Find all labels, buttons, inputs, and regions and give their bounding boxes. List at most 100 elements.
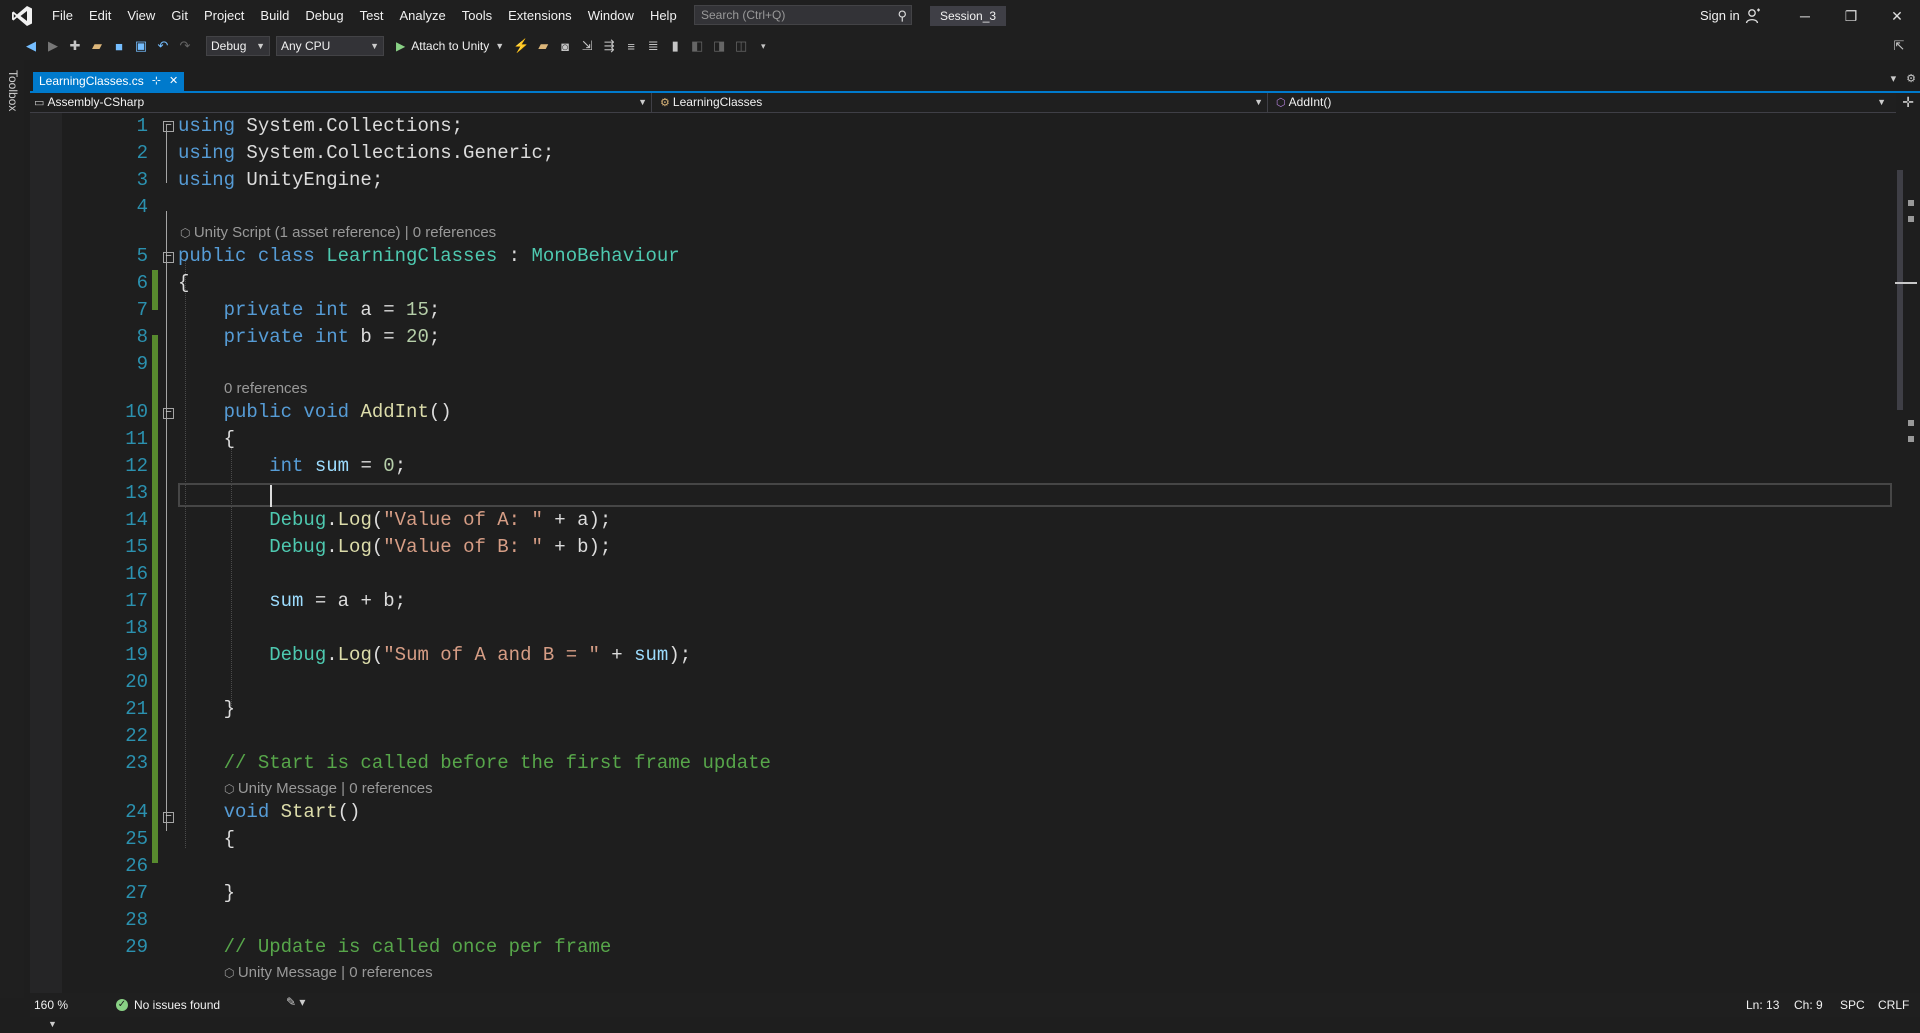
code-line: 15 Debug.Log("Value of B: " + b);	[30, 534, 1894, 561]
menu-project[interactable]: Project	[196, 0, 252, 32]
line-number: 19	[125, 644, 148, 666]
line-number: 26	[125, 855, 148, 877]
settings-gear-icon[interactable]: ⚙	[1906, 72, 1916, 85]
line-number: 2	[136, 142, 148, 164]
menu-edit[interactable]: Edit	[81, 0, 119, 32]
line-ending-indicator[interactable]: CRLF	[1878, 996, 1909, 1014]
clear-bookmarks-icon[interactable]: ◫	[730, 35, 752, 57]
scrollbar-thumb[interactable]	[1897, 170, 1903, 410]
member-dropdown[interactable]: ⬡ AddInt() ▼	[1272, 93, 1890, 112]
code-cleanup-icon[interactable]: ✎ ▾	[286, 995, 305, 1009]
caret-position-marker	[1895, 282, 1917, 284]
step-into-icon[interactable]: ⇲	[576, 35, 598, 57]
line-number: 10	[125, 401, 148, 423]
close-icon[interactable]: ✕	[169, 72, 178, 91]
menu-test[interactable]: Test	[352, 0, 392, 32]
play-icon: ▶	[396, 39, 406, 53]
code-text: void Start()	[223, 801, 361, 823]
toolbar-options-icon[interactable]: ▾	[752, 35, 774, 57]
menu-extensions[interactable]: Extensions	[500, 0, 580, 32]
line-number: 8	[136, 326, 148, 348]
screenshot-icon[interactable]: ◙	[554, 35, 576, 57]
line-number: 12	[125, 455, 148, 477]
code-line: 29 // Update is called once per frame	[30, 934, 1894, 961]
folder-icon[interactable]: ▰	[532, 35, 554, 57]
restore-icon[interactable]: ❐	[1828, 0, 1874, 32]
tab-list-dropdown-icon[interactable]: ▾	[1891, 72, 1897, 85]
solution-name-badge[interactable]: Session_3	[930, 6, 1007, 26]
hot-reload-icon[interactable]: ⚡	[510, 35, 532, 57]
open-file-icon[interactable]: ▰	[86, 35, 108, 57]
pin-icon[interactable]: ⊹	[152, 72, 161, 91]
line-number: 11	[125, 428, 148, 450]
sign-in-link[interactable]: Sign in	[1700, 0, 1740, 32]
visual-studio-logo-icon[interactable]	[0, 0, 44, 32]
codelens-class[interactable]: ⬡ Unity Script (1 asset reference) | 0 r…	[180, 223, 496, 243]
split-editor-icon[interactable]: ✛	[1902, 94, 1914, 111]
line-number: 3	[136, 169, 148, 191]
codelens-addint[interactable]: 0 references	[224, 379, 307, 399]
line-number: 1	[136, 115, 148, 137]
line-number: 16	[125, 563, 148, 585]
code-editor[interactable]: − − − − 1 using System.Collections; 2 us…	[30, 113, 1894, 993]
step-over-icon[interactable]: ⇶	[598, 35, 620, 57]
configuration-value: Debug	[211, 39, 247, 53]
codelens-update[interactable]: ⬡ Unity Message | 0 references	[224, 963, 433, 983]
line-number: 20	[125, 671, 148, 693]
outdent-icon[interactable]: ≣	[642, 35, 664, 57]
person-icon[interactable]	[1745, 8, 1761, 24]
tab-learningclasses[interactable]: LearningClasses.cs ⊹ ✕	[33, 72, 185, 91]
menu-view[interactable]: View	[119, 0, 163, 32]
indent-icon[interactable]: ≡	[620, 35, 642, 57]
next-bookmark-icon[interactable]: ◨	[708, 35, 730, 57]
search-input[interactable]: Search (Ctrl+Q) ⚲	[694, 5, 912, 25]
line-number: 24	[125, 801, 148, 823]
attach-to-unity-button[interactable]: ▶ Attach to Unity ▼	[390, 35, 510, 57]
codelens-text: Unity Message | 0 references	[237, 964, 433, 981]
line-number: 6	[136, 272, 148, 294]
menu-tools[interactable]: Tools	[454, 0, 500, 32]
navigate-forward-icon[interactable]: ▶	[42, 35, 64, 57]
close-window-icon[interactable]: ✕	[1874, 0, 1920, 32]
line-indicator[interactable]: Ln: 13	[1746, 996, 1779, 1014]
code-line: 3 using UnityEngine;	[30, 167, 1894, 194]
change-marker	[1908, 420, 1914, 426]
line-number: 13	[125, 482, 148, 504]
issues-indicator[interactable]: ✓ No issues found	[116, 996, 220, 1014]
column-indicator[interactable]: Ch: 9	[1794, 996, 1823, 1014]
navigate-back-icon[interactable]: ◀	[20, 35, 42, 57]
menu-git[interactable]: Git	[163, 0, 196, 32]
indent-indicator[interactable]: SPC	[1840, 996, 1865, 1014]
new-project-icon[interactable]: ✚	[64, 35, 86, 57]
menu-window[interactable]: Window	[580, 0, 642, 32]
zoom-value: 160 %	[34, 998, 69, 1012]
save-all-icon[interactable]: ▣	[130, 35, 152, 57]
project-dropdown[interactable]: ▭ Assembly-CSharp ▼	[30, 93, 652, 112]
menu-help[interactable]: Help	[642, 0, 685, 32]
zoom-dropdown[interactable]: 160 % ▼	[32, 996, 92, 1029]
menu-file[interactable]: File	[44, 0, 81, 32]
platform-dropdown[interactable]: Any CPU ▼	[276, 36, 384, 56]
undo-icon[interactable]: ↶	[152, 35, 174, 57]
codelens-start[interactable]: ⬡ Unity Message | 0 references	[224, 779, 433, 799]
bookmark-icon[interactable]: ▮	[664, 35, 686, 57]
type-dropdown[interactable]: ⚙ LearningClasses ▼	[656, 93, 1268, 112]
minimize-icon[interactable]: ─	[1782, 0, 1828, 32]
title-bar: File Edit View Git Project Build Debug Test Anal…	[0, 0, 1920, 32]
menu-debug[interactable]: Debug	[297, 0, 351, 32]
menu-build[interactable]: Build	[252, 0, 297, 32]
change-marker	[1908, 216, 1914, 222]
code-line: 6 {	[30, 270, 1894, 297]
code-line: 28	[30, 907, 1894, 934]
chevron-down-icon: ▼	[1254, 97, 1263, 107]
live-share-icon[interactable]: ⇱	[1888, 35, 1910, 57]
redo-icon[interactable]: ↷	[174, 35, 196, 57]
configuration-dropdown[interactable]: Debug ▼	[206, 36, 270, 56]
previous-bookmark-icon[interactable]: ◧	[686, 35, 708, 57]
code-text: public void AddInt()	[223, 401, 452, 423]
menu-analyze[interactable]: Analyze	[391, 0, 453, 32]
toolbox-tab[interactable]: Toolbox	[6, 70, 20, 111]
save-icon[interactable]: ■	[108, 35, 130, 57]
code-text: {	[178, 272, 190, 294]
platform-value: Any CPU	[281, 39, 331, 53]
